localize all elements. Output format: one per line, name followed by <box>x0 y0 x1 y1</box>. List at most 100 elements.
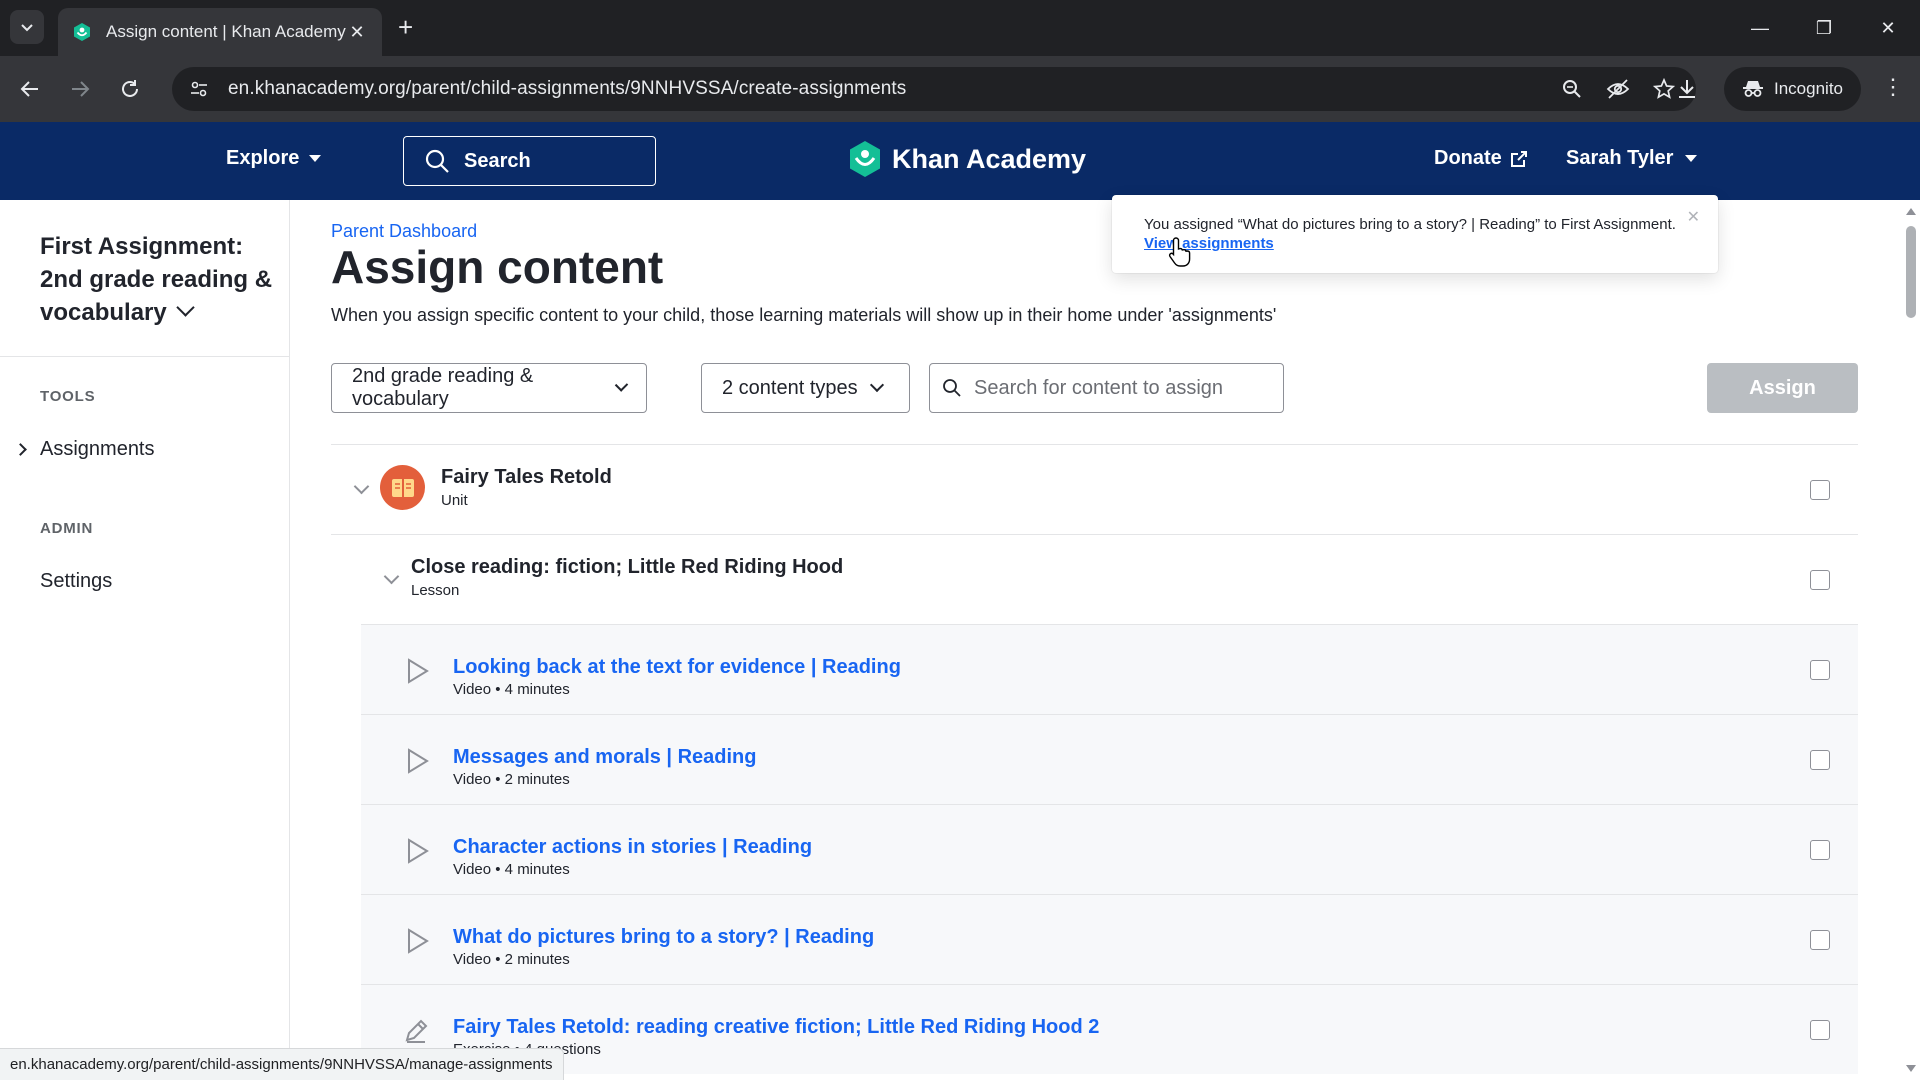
close-window-icon[interactable]: ✕ <box>1856 0 1920 56</box>
back-arrow-icon <box>20 81 38 97</box>
page-title: Assign content <box>331 241 664 293</box>
incognito-indicator[interactable]: Incognito <box>1724 67 1861 111</box>
breadcrumb-parent-dashboard[interactable]: Parent Dashboard <box>331 221 477 242</box>
khan-academy-logo[interactable]: Khan Academy <box>848 140 1086 178</box>
chevron-down-icon <box>614 378 629 392</box>
sidebar-item-assignments[interactable]: Assignments <box>40 438 155 461</box>
sidebar-heading-tools: TOOLS <box>40 388 96 405</box>
tab-close-icon[interactable]: ✕ <box>346 21 368 43</box>
course-dropdown[interactable]: 2nd grade reading & vocabulary <box>331 363 647 413</box>
browser-menu-icon[interactable]: ⋮ <box>1882 76 1904 98</box>
assignment-toast: You assigned “What do pictures bring to … <box>1112 195 1718 273</box>
scroll-down-arrow-icon[interactable] <box>1906 1065 1916 1072</box>
site-info-icon[interactable] <box>186 76 212 102</box>
child-assignment-selector[interactable]: First Assignment: 2nd grade reading & vo… <box>40 230 280 329</box>
unit-checkbox[interactable] <box>1810 480 1830 500</box>
list-item: Messages and morals | Reading Video • 2 … <box>361 714 1858 804</box>
tab-search-button[interactable] <box>10 10 44 44</box>
item-checkbox[interactable] <box>1810 930 1830 950</box>
browser-tab-bar: Assign content | Khan Academy ✕ + — ❐ ✕ <box>0 0 1920 56</box>
list-item: What do pictures bring to a story? | Rea… <box>361 894 1858 984</box>
window-controls: — ❐ ✕ <box>1728 0 1920 56</box>
list-item: Character actions in stories | Reading V… <box>361 804 1858 894</box>
play-icon <box>408 658 429 684</box>
content-types-dropdown[interactable]: 2 content types <box>701 363 910 413</box>
child-assignment-title: First Assignment: 2nd grade reading & vo… <box>40 233 273 326</box>
browser-tab-active[interactable]: Assign content | Khan Academy ✕ <box>58 8 382 56</box>
forward-button[interactable] <box>60 69 100 109</box>
user-name: Sarah Tyler <box>1566 147 1674 169</box>
item-title-link[interactable]: Messages and morals | Reading <box>453 746 756 769</box>
back-button[interactable] <box>10 69 50 109</box>
content-list: Fairy Tales Retold Unit Close reading: f… <box>331 444 1858 1074</box>
play-icon <box>408 838 429 864</box>
download-icon[interactable] <box>1672 74 1702 104</box>
lesson-type: Lesson <box>411 582 460 599</box>
tracking-protection-icon[interactable] <box>1606 77 1630 101</box>
explore-menu[interactable]: Explore <box>226 147 322 170</box>
unit-title: Fairy Tales Retold <box>441 466 612 488</box>
explore-label: Explore <box>226 147 300 169</box>
chevron-down-icon <box>869 377 884 393</box>
site-header: Explore Search Khan Academy Donate Sarah… <box>0 122 1920 200</box>
item-meta: Video • 4 minutes <box>453 861 570 878</box>
chevron-down-icon <box>176 298 195 317</box>
scroll-up-arrow-icon[interactable] <box>1906 208 1916 215</box>
chevron-right-icon <box>14 443 27 456</box>
item-checkbox[interactable] <box>1810 660 1830 680</box>
page-scrollbar[interactable] <box>1902 200 1920 1080</box>
assign-button[interactable]: Assign <box>1707 363 1858 413</box>
item-title-link[interactable]: Fairy Tales Retold: reading creative fic… <box>453 1016 1099 1039</box>
item-meta: Video • 4 minutes <box>453 681 570 698</box>
toast-close-icon[interactable]: ✕ <box>1687 207 1700 227</box>
site-search-button[interactable]: Search <box>403 136 656 186</box>
chevron-down-icon <box>21 24 33 32</box>
list-item: Looking back at the text for evidence | … <box>361 624 1858 714</box>
search-icon <box>943 379 961 397</box>
content-search-input[interactable] <box>974 376 1274 400</box>
item-checkbox[interactable] <box>1810 1020 1830 1040</box>
pencil-icon <box>405 1019 428 1043</box>
view-assignments-link[interactable]: View assignments <box>1144 235 1274 252</box>
url-text[interactable]: en.khanacademy.org/parent/child-assignme… <box>228 78 1560 100</box>
incognito-label: Incognito <box>1774 79 1843 98</box>
scrollbar-thumb[interactable] <box>1906 226 1916 318</box>
donate-link[interactable]: Donate <box>1434 147 1528 170</box>
forward-arrow-icon <box>72 81 90 97</box>
address-bar[interactable]: en.khanacademy.org/parent/child-assignme… <box>172 67 1696 111</box>
item-title-link[interactable]: Looking back at the text for evidence | … <box>453 656 901 679</box>
minimize-icon[interactable]: — <box>1728 0 1792 56</box>
incognito-icon <box>1743 81 1763 97</box>
link-status-bar: en.khanacademy.org/parent/child-assignme… <box>0 1048 564 1080</box>
page-description: When you assign specific content to your… <box>331 305 1277 325</box>
item-checkbox[interactable] <box>1810 840 1830 860</box>
new-tab-button[interactable]: + <box>398 14 413 40</box>
browser-toolbar: en.khanacademy.org/parent/child-assignme… <box>0 56 1920 122</box>
caret-down-icon <box>1685 155 1698 162</box>
user-menu[interactable]: Sarah Tyler <box>1566 147 1698 170</box>
hand-pointer-cursor-icon <box>1168 237 1191 267</box>
item-title-link[interactable]: Character actions in stories | Reading <box>453 836 812 859</box>
logo-text: Khan Academy <box>892 143 1087 174</box>
reload-button[interactable] <box>110 69 150 109</box>
khan-academy-hex-icon <box>850 141 880 177</box>
khan-academy-favicon-icon <box>74 23 90 41</box>
search-icon <box>425 149 449 173</box>
chevron-down-icon[interactable] <box>383 568 400 585</box>
restore-icon[interactable]: ❐ <box>1792 0 1856 56</box>
course-dropdown-value: 2nd grade reading & vocabulary <box>352 365 534 410</box>
sidebar-item-settings[interactable]: Settings <box>40 570 112 593</box>
toast-message: You assigned “What do pictures bring to … <box>1144 216 1676 233</box>
site-search-label: Search <box>464 149 531 172</box>
external-link-icon <box>1510 150 1527 167</box>
content-search-field[interactable] <box>929 363 1284 413</box>
reload-icon <box>122 80 138 97</box>
chevron-down-icon[interactable] <box>353 478 370 495</box>
zoom-icon[interactable] <box>1560 77 1584 101</box>
item-checkbox[interactable] <box>1810 750 1830 770</box>
lesson-checkbox[interactable] <box>1810 570 1830 590</box>
main-content: Parent Dashboard Assign content When you… <box>331 200 1861 1080</box>
sidebar-divider <box>0 356 290 357</box>
lesson-title: Close reading: fiction; Little Red Ridin… <box>411 556 844 578</box>
item-title-link[interactable]: What do pictures bring to a story? | Rea… <box>453 926 874 949</box>
